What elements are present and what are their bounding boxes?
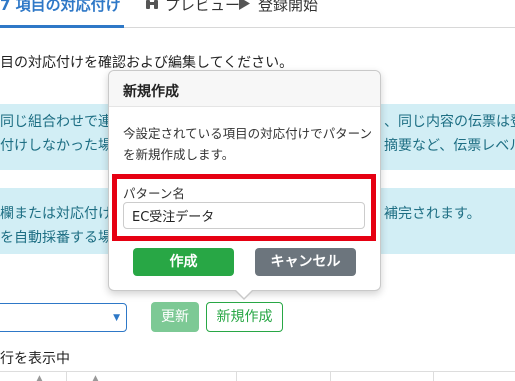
binoculars-icon [145,0,161,14]
rows-info: 行を表示中 [0,351,70,367]
sort-icon[interactable]: ▲ [36,374,43,381]
alert2-line1-right: 補完されます。 [384,206,481,222]
alert1-line2-right: 摘要など、伝票レベル [384,138,515,154]
update-button[interactable]: 更新 [151,302,199,332]
tab-bar: 7 項目の対応付け プレビュー 登録開始 [0,0,515,28]
popover-arrow-inner [235,289,253,298]
tab-mapping[interactable]: 7 項目の対応付け [0,0,124,28]
sort-icon[interactable]: ▲ [92,374,99,381]
alert2-line1-left: 欄または対応付け [0,206,112,222]
popover-description: 今設定されている項目の対応付けでパターンを新規作成します。 [123,126,373,162]
table-column-divider [433,371,434,381]
page-description: 目の対応付けを確認および編集してください。 [0,55,294,71]
tab-preview-label: プレビュー [165,0,241,14]
pattern-name-label: パターン名 [123,186,185,201]
table-header-border [0,371,515,372]
pattern-select[interactable]: ▼ [0,303,127,332]
alert2-line2-left: を自動採番する場 [0,230,112,246]
table-column-divider [330,371,331,381]
popover-title: 新規作成 [109,71,380,107]
tab-register[interactable]: 登録開始 [238,0,318,20]
pattern-name-input[interactable] [123,202,365,229]
table-column-divider [236,371,237,381]
tab-register-label: 登録開始 [258,0,319,14]
new-create-button[interactable]: 新規作成 [206,302,283,332]
table-column-divider [66,371,67,381]
alert1-line1-right: 、同じ内容の伝票は登 [384,114,515,130]
cancel-button[interactable]: キャンセル [255,248,356,276]
create-button[interactable]: 作成 [133,248,234,276]
play-icon [238,0,254,14]
tab-preview[interactable]: プレビュー [145,0,240,20]
chevron-down-icon: ▼ [113,313,120,323]
